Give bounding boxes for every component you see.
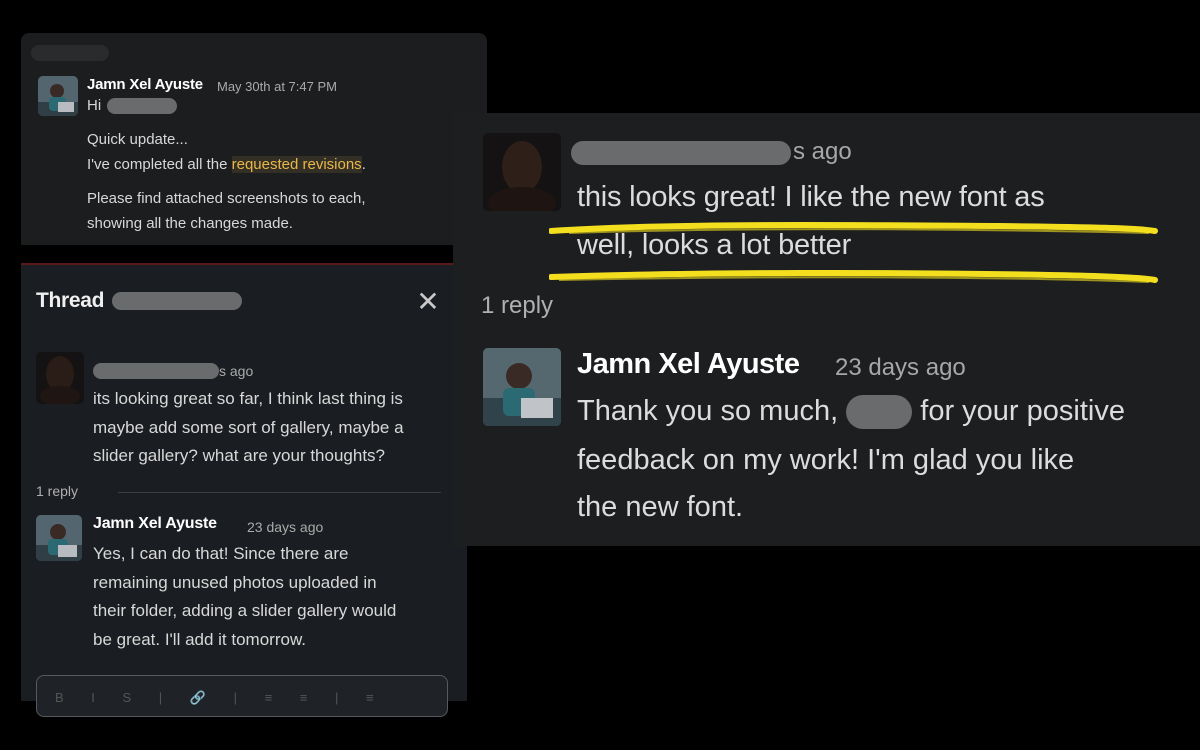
message-timestamp[interactable]: s ago <box>793 138 852 166</box>
redacted-channel <box>111 292 242 311</box>
reply-timestamp[interactable]: 23 days ago <box>835 354 966 382</box>
thread-title-text: Thread <box>36 289 105 312</box>
redacted-name <box>846 395 913 430</box>
message-line: well, looks a lot better <box>577 229 852 261</box>
message-line: its looking great so far, I think last t… <box>93 389 403 408</box>
zoomed-message-panel: s ago this looks great! I like the new f… <box>453 113 1200 546</box>
divider <box>118 492 441 493</box>
message-line: be great. I'll add it tomorrow. <box>93 629 307 649</box>
reply-body: Yes, I can do that! Since there are rema… <box>93 540 463 654</box>
message-line: their folder, adding a slider gallery wo… <box>93 601 397 620</box>
thread-title: Thread <box>36 289 242 313</box>
greeting-text: Hi <box>87 97 102 114</box>
reply-text: for your positive <box>920 395 1125 427</box>
message-line: Quick update... <box>87 131 188 148</box>
message-line: this looks great! I like the new font as <box>577 181 1045 213</box>
reply-line: the new font. <box>577 491 744 523</box>
message-line: showing all the changes made. <box>87 215 293 232</box>
message-body: its looking great so far, I think last t… <box>93 385 463 471</box>
message-line: remaining unused photos uploaded in <box>93 572 377 592</box>
reply-line: feedback on my work! I'm glad you like <box>577 444 1075 476</box>
message-line: slider gallery? what are your thoughts? <box>93 446 385 465</box>
user-avatar[interactable] <box>36 515 82 561</box>
reply-count[interactable]: 1 reply <box>36 483 78 499</box>
message-text: . <box>361 156 366 173</box>
thread-panel: Thread ✕ s ago its looking great so far,… <box>21 263 467 717</box>
redacted-name <box>571 141 791 165</box>
close-icon[interactable]: ✕ <box>415 288 441 316</box>
message-composer[interactable]: B I S | 🔗 | ≡ ≡ | ≡ <box>36 675 448 717</box>
redacted-author <box>93 362 219 380</box>
reply-author[interactable]: Jamn Xel Ayuste <box>93 515 217 533</box>
redacted-name <box>107 98 178 115</box>
message-line: I've completed all the requested revisio… <box>87 156 366 173</box>
original-message-panel: Jamn Xel Ayuste May 30th at 7:47 PM Hi Q… <box>21 33 487 245</box>
reply-count[interactable]: 1 reply <box>481 292 553 320</box>
message-timestamp[interactable]: s ago <box>219 363 253 379</box>
redacted-author <box>571 141 791 165</box>
reply-text: Thank you so much, <box>577 395 839 427</box>
reply-line: Thank you so much, for your positive <box>577 395 1125 430</box>
user-avatar[interactable] <box>36 352 84 404</box>
header-placeholder <box>31 45 109 61</box>
user-avatar[interactable] <box>483 133 561 211</box>
message-line: Please find attached screenshots to each… <box>87 190 366 207</box>
message-timestamp[interactable]: May 30th at 7:47 PM <box>217 79 337 94</box>
greeting-line: Hi <box>87 97 178 115</box>
highlight-underline <box>549 269 1158 283</box>
message-line: Yes, I can do that! Since there are <box>93 544 349 563</box>
reply-timestamp[interactable]: 23 days ago <box>247 519 323 535</box>
reply-author[interactable]: Jamn Xel Ayuste <box>577 348 800 381</box>
formatting-toolbar[interactable]: B I S | 🔗 | ≡ ≡ | ≡ <box>55 690 386 706</box>
message-line: maybe add some sort of gallery, maybe a <box>93 417 404 437</box>
message-text: I've completed all the <box>87 156 232 173</box>
user-avatar[interactable] <box>38 76 78 116</box>
highlighted-text: requested revisions <box>231 156 362 173</box>
redacted-name <box>93 362 219 379</box>
message-author[interactable]: Jamn Xel Ayuste <box>87 76 203 93</box>
reply-divider: 1 reply <box>36 483 441 503</box>
user-avatar[interactable] <box>483 348 561 426</box>
